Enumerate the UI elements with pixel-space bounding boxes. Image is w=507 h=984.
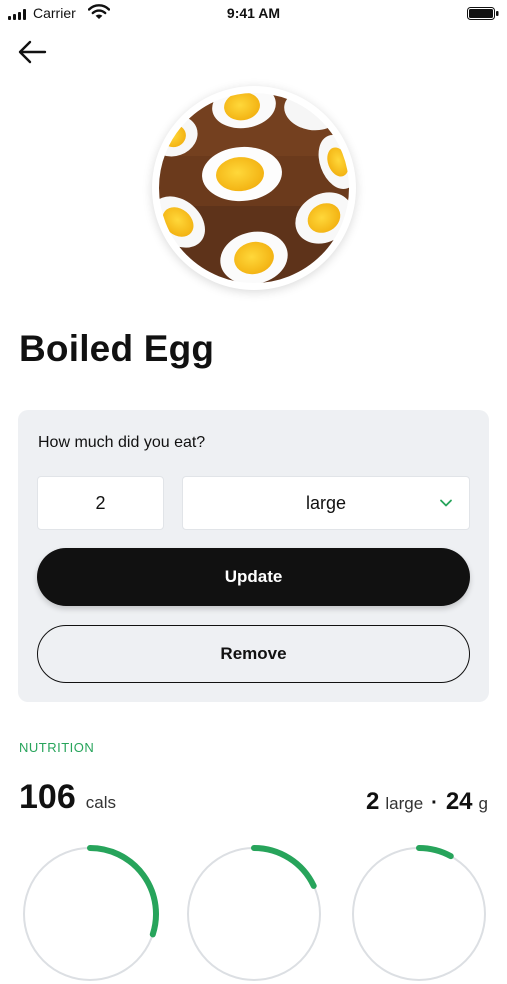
unit-select-value: large [305,492,347,513]
quantity-input[interactable]: 2 [37,476,164,530]
calories-value: 106 [19,778,76,816]
weight-unit: g [478,794,488,813]
update-button[interactable]: Update [37,548,470,606]
quantity-value: 2 [95,492,106,513]
serving-weight: 24 [445,788,473,815]
macro-ring-1 [23,845,159,981]
macro-ring-2 [187,845,321,981]
food-photo [152,86,356,290]
serving-unit: large [385,794,424,813]
serving-question: How much did you eat? [38,434,206,451]
calories-unit: cals [85,793,116,812]
serving-count: 2 [365,788,380,815]
unit-select[interactable]: large [182,476,470,530]
macro-ring-3 [352,845,486,981]
remove-button[interactable]: Remove [37,625,470,683]
serving-summary: 2 large · 24 g [366,788,488,816]
status-time: 9:41 AM [226,5,281,21]
serving-card: How much did you eat? 2 large Update Rem… [18,410,489,702]
battery-icon [467,7,499,20]
arrow-left-icon[interactable] [16,38,48,66]
nutrition-section-label: NUTRITION [19,740,95,755]
separator-dot: · [431,792,438,814]
boiled-egg-image [155,89,353,287]
food-title: Boiled Egg [19,328,215,369]
status-bar: Carrier 9:41 AM [0,0,507,26]
calories-summary: 106 cals [19,778,116,817]
chevron-down-icon [440,499,452,507]
